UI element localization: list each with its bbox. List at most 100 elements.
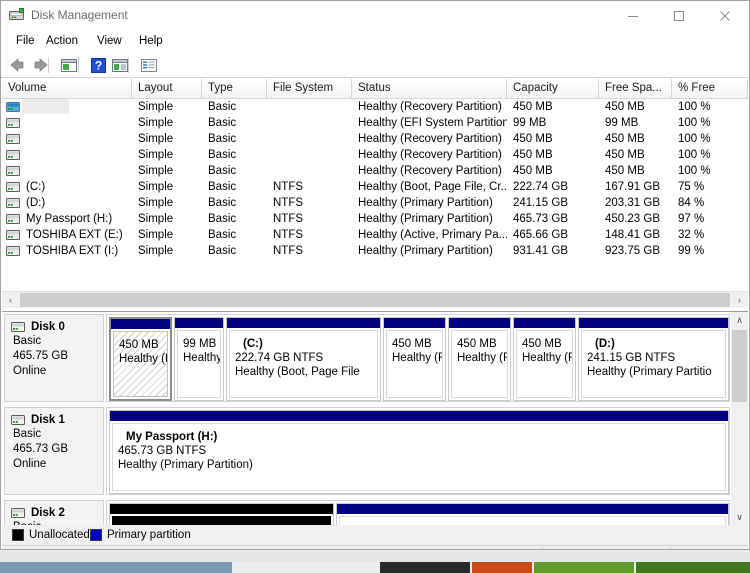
vertical-scroll-thumb[interactable] xyxy=(732,330,747,402)
scroll-down-icon[interactable]: ∨ xyxy=(731,509,748,525)
cell-volume xyxy=(2,147,132,163)
cell-volume: TOSHIBA EXT (I:) xyxy=(26,245,119,257)
cell-layout: Simple xyxy=(138,229,174,241)
column-header-volume[interactable]: Volume xyxy=(2,79,132,98)
disk-name: Disk 0 xyxy=(31,321,65,333)
cell-percent-free: 75 % xyxy=(678,181,705,193)
table-row[interactable]: (C:) Simple Basic NTFS Healthy (Boot, Page F… xyxy=(2,179,748,195)
menu-file[interactable]: File xyxy=(9,33,42,50)
cell-file-system: NTFS xyxy=(273,245,304,257)
disk-row: Disk 1 Basic 465.73 GB Online My Passport (H… xyxy=(2,407,730,495)
cell-status: Healthy (Primary Partition) xyxy=(358,213,493,225)
column-header-file-system[interactable]: File System xyxy=(267,79,352,98)
legend-label-unallocated: Unallocated xyxy=(29,529,90,541)
cell-type: Basic xyxy=(208,165,237,177)
column-header-capacity[interactable]: Capacity xyxy=(507,79,599,98)
table-row[interactable]: Simple Basic Healthy (Recovery Partition) 4… xyxy=(2,147,748,163)
table-row[interactable]: Simple Basic Healthy (Recovery Partition) 4… xyxy=(2,99,748,115)
table-row[interactable]: Simple Basic Healthy (Recovery Partition) 4… xyxy=(2,163,748,179)
cell-status: Healthy (Recovery Partition) xyxy=(358,133,502,145)
cell-layout: Simple xyxy=(138,213,174,225)
cell-volume: My Passport (H:) xyxy=(26,213,113,225)
maximize-button[interactable] xyxy=(656,1,702,30)
properties-icon[interactable] xyxy=(138,55,160,75)
minimize-button[interactable] xyxy=(610,1,656,30)
column-header-status[interactable]: Status xyxy=(352,79,507,98)
column-header-layout[interactable]: Layout xyxy=(132,79,202,98)
column-header-free[interactable]: % Free xyxy=(672,79,748,98)
horizontal-scrollbar[interactable]: ‹ › xyxy=(2,291,748,308)
partition-details: (D:) 241.15 GB NTFS Healthy (Primary Parti… xyxy=(581,330,726,398)
scroll-left-icon[interactable]: ‹ xyxy=(2,292,19,308)
back-icon[interactable] xyxy=(7,55,29,75)
vertical-scrollbar[interactable]: ∧ ∨ xyxy=(731,312,748,525)
column-header-free-spa[interactable]: Free Spa... xyxy=(599,79,672,98)
partition-block[interactable]: My Passport (H:) 465.73 GB NTFS Healthy (P… xyxy=(109,410,729,494)
partition-size: 450 MB xyxy=(119,339,159,351)
toolbar-separator xyxy=(78,57,79,73)
disk-management-window: Disk Management File Action View Help ? … xyxy=(0,0,750,550)
partition-details: 450 MB Healthy (R xyxy=(386,330,443,398)
partition-block[interactable]: 450 MB Healthy (R xyxy=(109,317,172,401)
horizontal-scroll-thumb[interactable] xyxy=(20,293,730,307)
cell-layout: Simple xyxy=(138,117,174,129)
table-row[interactable]: TOSHIBA EXT (I:) Simple Basic NTFS Healthy (… xyxy=(2,243,748,259)
partition-block[interactable]: (C:) 222.74 GB NTFS Healthy (Boot, Page Fi… xyxy=(226,317,381,401)
toolbar: ? xyxy=(1,52,749,78)
cell-type: Basic xyxy=(208,149,237,161)
taskbar-thumbnail xyxy=(534,562,634,573)
cell-layout: Simple xyxy=(138,245,174,257)
cell-capacity: 465.66 GB xyxy=(513,229,568,241)
cell-percent-free: 100 % xyxy=(678,149,711,161)
partition-size: 450 MB xyxy=(522,338,562,350)
scroll-right-icon[interactable]: › xyxy=(731,292,748,308)
partition-block[interactable]: 450 MB Healthy (R xyxy=(513,317,576,401)
scroll-up-icon[interactable]: ∧ xyxy=(731,312,748,329)
table-row[interactable]: Simple Basic Healthy (EFI System Partition… xyxy=(2,115,748,131)
partition-block[interactable]: (D:) 241.15 GB NTFS Healthy (Primary Parti… xyxy=(578,317,729,401)
cell-capacity: 241.15 GB xyxy=(513,197,568,209)
disk-info-panel[interactable]: Disk 2Basic xyxy=(4,500,104,525)
partition-area: 450 MB Healthy (R 99 MB Healthy (C:) 222.74 G… xyxy=(106,314,730,402)
cell-type: Basic xyxy=(208,229,237,241)
table-row[interactable]: TOSHIBA EXT (E:) Simple Basic NTFS Healthy (… xyxy=(2,227,748,243)
disk-info-panel[interactable]: Disk 1 Basic 465.73 GB Online xyxy=(4,407,104,495)
drive-icon xyxy=(11,322,25,332)
menu-view[interactable]: View xyxy=(90,33,129,50)
help-icon[interactable]: ? xyxy=(87,55,109,75)
cell-type: Basic xyxy=(208,117,237,129)
volume-list-header: Volume Layout Type File System Status Capacit… xyxy=(2,79,748,99)
disk-state: Online xyxy=(13,458,47,470)
cell-percent-free: 84 % xyxy=(678,197,705,209)
table-row[interactable]: Simple Basic Healthy (Recovery Partition) 4… xyxy=(2,131,748,147)
show-hide-console-tree-icon[interactable] xyxy=(58,55,80,75)
cell-capacity: 450 MB xyxy=(513,133,553,145)
cell-status: Healthy (Recovery Partition) xyxy=(358,101,502,113)
disk-type: Basic xyxy=(13,428,42,440)
column-header-type[interactable]: Type xyxy=(202,79,267,98)
partition-block[interactable]: 99 MB Healthy xyxy=(174,317,224,401)
partition-color-bar xyxy=(111,319,170,329)
partition-block[interactable] xyxy=(109,503,334,525)
partition-status: Healthy (R xyxy=(119,353,168,365)
partition-color-bar xyxy=(579,318,728,328)
partition-size: 450 MB xyxy=(457,338,497,350)
partition-block[interactable]: 450 MB Healthy (R xyxy=(383,317,446,401)
table-row[interactable]: My Passport (H:) Simple Basic NTFS Healthy (… xyxy=(2,211,748,227)
cell-type: Basic xyxy=(208,133,237,145)
menu-help[interactable]: Help xyxy=(132,33,170,50)
disk-type: Basic xyxy=(13,335,42,347)
close-button[interactable] xyxy=(702,1,748,30)
cell-file-system: NTFS xyxy=(273,229,304,241)
table-row[interactable]: (D:) Simple Basic NTFS Healthy (Primary Part… xyxy=(2,195,748,211)
cell-layout: Simple xyxy=(138,101,174,113)
partition-details: 450 MB Healthy (R xyxy=(451,330,508,398)
partition-block[interactable] xyxy=(336,503,729,525)
cell-volume xyxy=(2,99,132,115)
cell-capacity: 222.74 GB xyxy=(513,181,568,193)
menu-action[interactable]: Action xyxy=(39,33,85,50)
disk-info-panel[interactable]: Disk 0 Basic 465.75 GB Online xyxy=(4,314,104,402)
partition-block[interactable]: 450 MB Healthy (R xyxy=(448,317,511,401)
cell-type: Basic xyxy=(208,245,237,257)
svg-text:?: ? xyxy=(95,59,102,73)
